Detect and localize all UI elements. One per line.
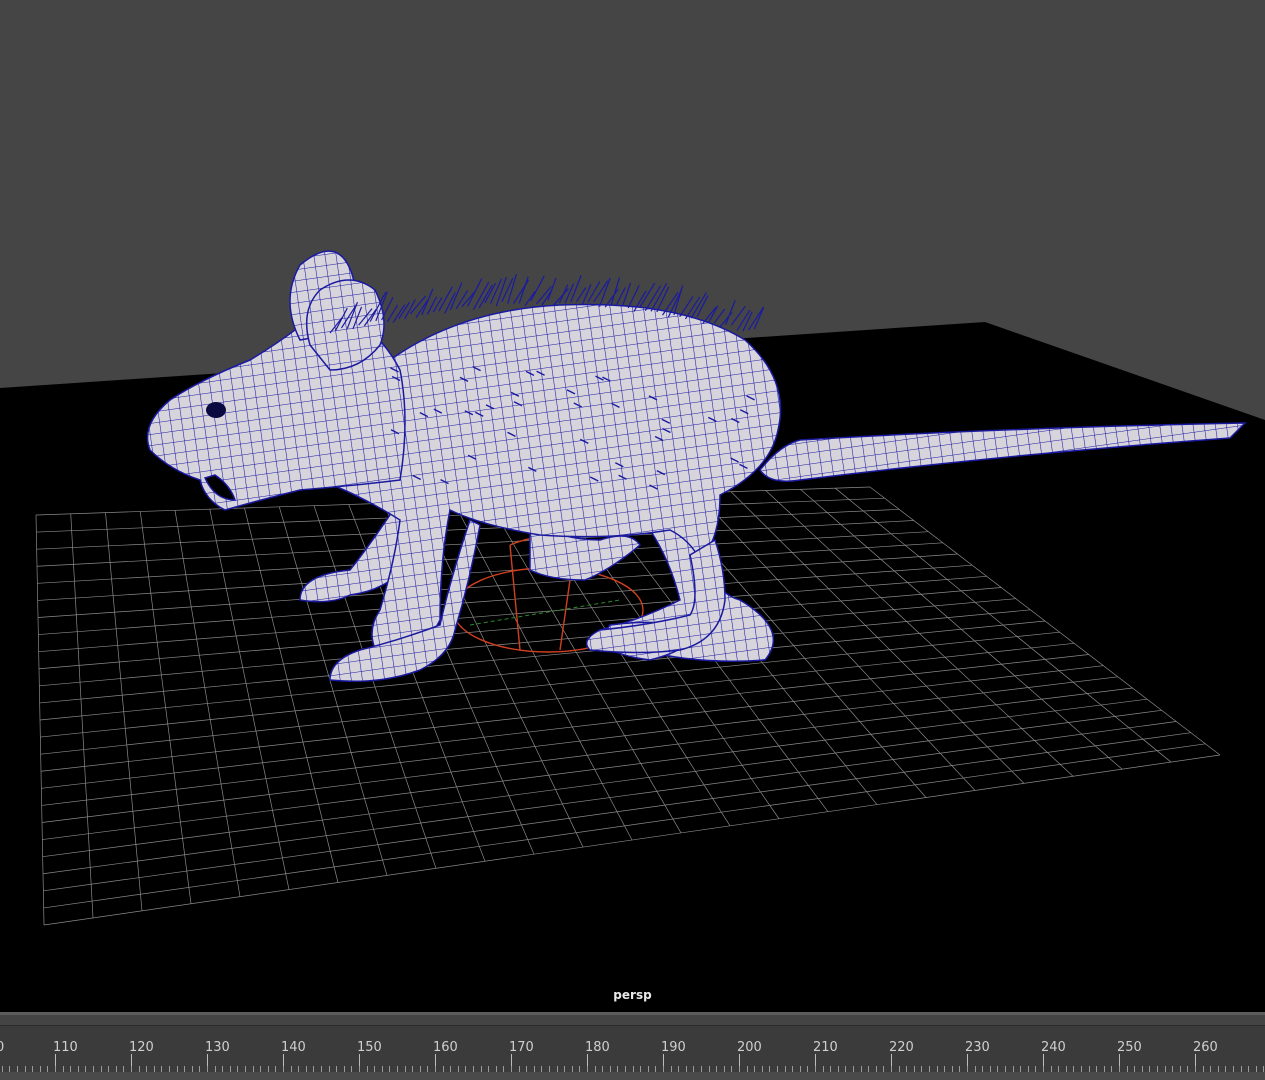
frame-label: 180	[585, 1040, 610, 1055]
frame-label: 260	[1193, 1040, 1218, 1055]
frame-label: 130	[205, 1040, 230, 1055]
frame-label: 200	[737, 1040, 762, 1055]
frame-label: 160	[433, 1040, 458, 1055]
camera-name-label: persp	[613, 988, 652, 1002]
eye	[206, 402, 226, 418]
frame-label: 140	[281, 1040, 306, 1055]
frame-label: 170	[509, 1040, 534, 1055]
frame-label: 220	[889, 1040, 914, 1055]
frame-label: 190	[661, 1040, 686, 1055]
frame-label: 120	[129, 1040, 154, 1055]
maya-window: persp 0 110 120 130 140 150 160 170 180 190 200 210…	[0, 0, 1265, 1080]
time-slider[interactable]: 0 110 120 130 140 150 160 170 180 190 200 210 220 230…	[0, 1012, 1265, 1080]
frame-label: 240	[1041, 1040, 1066, 1055]
viewport-scene[interactable]	[0, 0, 1265, 1012]
frame-label: 230	[965, 1040, 990, 1055]
frame-label: 210	[813, 1040, 838, 1055]
perspective-viewport[interactable]: persp	[0, 0, 1265, 1012]
frame-label: 250	[1117, 1040, 1142, 1055]
frame-label: 150	[357, 1040, 382, 1055]
time-slider-track[interactable]: 0 110 120 130 140 150 160 170 180 190 200 210 220 230…	[0, 1025, 1265, 1079]
range-slider-edge	[0, 1072, 1265, 1080]
frame-label: 0	[0, 1040, 5, 1055]
frame-label: 110	[53, 1040, 78, 1055]
